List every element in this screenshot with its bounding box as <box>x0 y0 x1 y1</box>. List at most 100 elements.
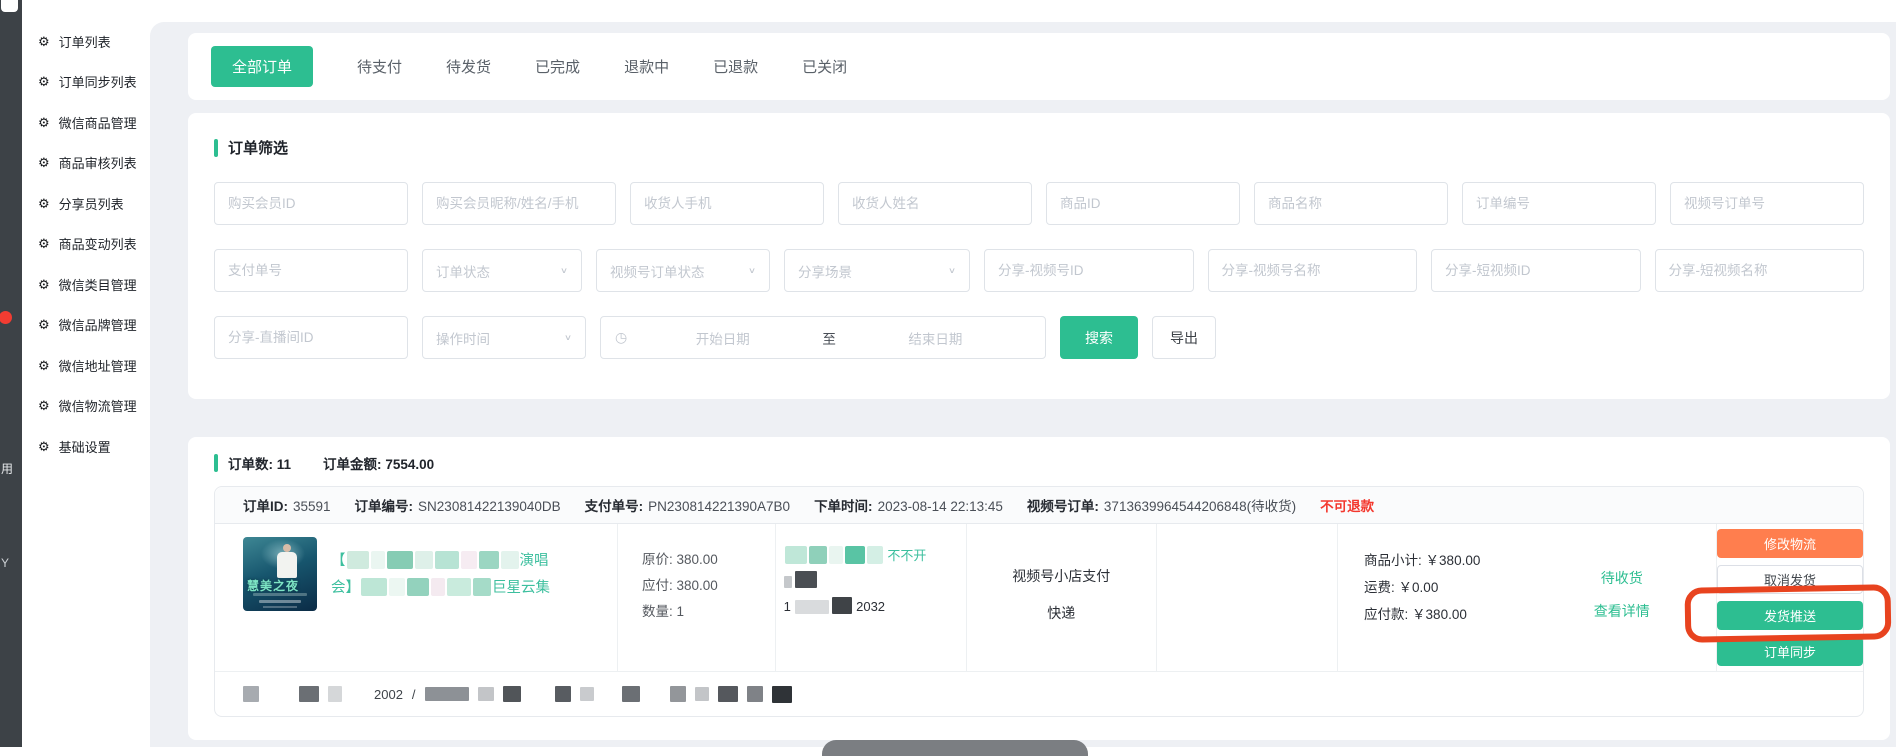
no-refund-badge: 不可退款 <box>1320 495 1374 515</box>
sidebar-item-wechat-product[interactable]: ⚙ 微信商品管理 <box>22 102 150 143</box>
collapsed-left-rail: 用 Y <box>0 0 22 747</box>
buyer-phone-fragment: 2032 <box>856 599 885 614</box>
tab-all-orders[interactable]: 全部订单 <box>211 46 313 87</box>
main-content: 全部订单 待支付 待发货 已完成 退款中 已退款 已关闭 订单筛选 订单状态 ∨ <box>150 22 1896 747</box>
order-count-value: 11 <box>277 457 291 472</box>
gear-icon: ⚙ <box>38 318 50 331</box>
sidebar-item-wechat-category[interactable]: ⚙ 微信类目管理 <box>22 264 150 305</box>
gear-icon: ⚙ <box>38 440 50 453</box>
chevron-down-icon: ∨ <box>748 266 756 275</box>
payment-no-value: PN230814221390A7B0 <box>648 499 790 514</box>
sidebar-item-product-audit[interactable]: ⚙ 商品审核列表 <box>22 143 150 184</box>
end-date-placeholder[interactable]: 结束日期 <box>840 328 1031 348</box>
share-scene-select[interactable]: 分享场景 ∨ <box>784 249 970 292</box>
sidebar-item-wechat-logistics[interactable]: ⚙ 微信物流管理 <box>22 386 150 427</box>
channels-order-value: 3713639964544206848(待收货) <box>1104 499 1296 514</box>
product-name-input[interactable] <box>1254 182 1448 225</box>
operate-time-select[interactable]: 操作时间 ∨ <box>422 316 586 359</box>
payment-no-input[interactable] <box>214 249 408 292</box>
order-filter-panel: 订单筛选 订单状态 ∨ 视频号订单状态 ∨ 分享场景 ∨ <box>188 113 1890 399</box>
tab-refunding[interactable]: 退款中 <box>624 56 669 77</box>
sidebar-item-product-change[interactable]: ⚙ 商品变动列表 <box>22 224 150 265</box>
tab-pending-shipment[interactable]: 待发货 <box>446 56 491 77</box>
order-sync-button[interactable]: 订单同步 <box>1717 637 1863 666</box>
product-id-input[interactable] <box>1046 182 1240 225</box>
sidebar-item-order-sync-list[interactable]: ⚙ 订单同步列表 <box>22 62 150 103</box>
search-button[interactable]: 搜索 <box>1060 316 1138 359</box>
sidebar-item-order-list[interactable]: ⚙ 订单列表 <box>22 21 150 62</box>
order-id-value: 35591 <box>293 499 331 514</box>
buyer-nickname-fragment: 不不开 <box>887 548 926 563</box>
date-range-separator: 至 <box>818 328 840 348</box>
start-date-placeholder[interactable]: 开始日期 <box>627 328 818 348</box>
buyer-nickname-input[interactable] <box>422 182 616 225</box>
filter-row-3: 操作时间 ∨ ◷ 开始日期 至 结束日期 搜索 导出 <box>214 316 1864 359</box>
share-channel-id-input[interactable] <box>984 249 1194 292</box>
product-thumbnail[interactable]: 慧美之夜 <box>243 537 317 611</box>
receiver-phone-input[interactable] <box>630 182 824 225</box>
order-status-tabs: 全部订单 待支付 待发货 已完成 退款中 已退款 已关闭 <box>188 33 1890 100</box>
bottom-overlay-shape <box>822 740 1088 756</box>
order-status-badge: 待收货 <box>1528 562 1716 595</box>
order-no-value: SN23081422139040DB <box>418 499 561 514</box>
date-range-picker[interactable]: ◷ 开始日期 至 结束日期 <box>600 316 1046 359</box>
tab-refunded[interactable]: 已退款 <box>713 56 758 77</box>
gear-icon: ⚙ <box>38 156 50 169</box>
modify-logistics-button[interactable]: 修改物流 <box>1717 529 1863 558</box>
original-price: 380.00 <box>676 552 717 567</box>
sidebar: ⚙ 订单列表 ⚙ 订单同步列表 ⚙ 微信商品管理 ⚙ 商品审核列表 ⚙ 分享员列… <box>22 0 150 747</box>
order-status-select[interactable]: 订单状态 ∨ <box>422 249 582 292</box>
filter-row-1 <box>214 182 1864 225</box>
share-channel-name-input[interactable] <box>1208 249 1418 292</box>
quantity: 1 <box>676 604 684 619</box>
poster-title: 慧美之夜 <box>247 577 299 594</box>
filter-section-title: 订单筛选 <box>214 137 1864 158</box>
sidebar-item-sharer-list[interactable]: ⚙ 分享员列表 <box>22 183 150 224</box>
tab-pending-payment[interactable]: 待支付 <box>357 56 402 77</box>
order-footer-redacted: 2002 / <box>215 671 1863 716</box>
sidebar-item-basic-settings[interactable]: ⚙ 基础设置 <box>22 426 150 467</box>
chevron-down-icon: ∨ <box>564 333 572 342</box>
cancel-shipment-button[interactable]: 取消发货 <box>1717 565 1863 594</box>
rail-partial-glyph: Y <box>1 556 9 570</box>
share-video-id-input[interactable] <box>1431 249 1641 292</box>
order-no-input[interactable] <box>1462 182 1656 225</box>
status-cell: 待收货 查看详情 <box>1528 524 1717 671</box>
share-video-name-input[interactable] <box>1655 249 1865 292</box>
order-row: 慧美之夜 【演唱 会】巨星云集 原价: <box>215 524 1863 671</box>
order-count-label: 订单数: <box>228 457 273 472</box>
summary-accent-bar <box>214 454 218 472</box>
gear-icon: ⚙ <box>38 359 50 372</box>
rail-app-icon <box>1 0 18 12</box>
channels-order-no-input[interactable] <box>1670 182 1864 225</box>
receiver-name-input[interactable] <box>838 182 1032 225</box>
view-details-link[interactable]: 查看详情 <box>1528 595 1716 628</box>
order-list-panel: 订单数: 11 订单金额: 7554.00 订单ID:35591 订单编号:SN… <box>188 437 1890 740</box>
chevron-down-icon: ∨ <box>948 266 956 275</box>
subtotal-value: ￥380.00 <box>1426 553 1481 568</box>
delivery-method: 快递 <box>967 595 1155 632</box>
buyer-phone-fragment-prefix: 1 <box>784 599 791 614</box>
export-button[interactable]: 导出 <box>1152 316 1216 359</box>
gear-icon: ⚙ <box>38 75 50 88</box>
buyer-member-id-input[interactable] <box>214 182 408 225</box>
channels-order-status-select[interactable]: 视频号订单状态 ∨ <box>596 249 770 292</box>
sidebar-item-wechat-brand[interactable]: ⚙ 微信品牌管理 <box>22 305 150 346</box>
payment-method: 视频号小店支付 <box>967 558 1155 595</box>
clock-icon: ◷ <box>615 329 627 346</box>
gear-icon: ⚙ <box>38 35 50 48</box>
gear-icon: ⚙ <box>38 278 50 291</box>
order-summary: 订单数: 11 订单金额: 7554.00 <box>214 453 1864 473</box>
amounts-cell: 商品小计: ￥380.00 运费: ￥0.00 应付款: ￥380.00 <box>1338 524 1528 671</box>
empty-cell <box>1157 524 1338 671</box>
gear-icon: ⚙ <box>38 237 50 250</box>
gear-icon: ⚙ <box>38 197 50 210</box>
gear-icon: ⚙ <box>38 399 50 412</box>
tab-completed[interactable]: 已完成 <box>535 56 580 77</box>
sidebar-item-wechat-address[interactable]: ⚙ 微信地址管理 <box>22 345 150 386</box>
filter-row-2: 订单状态 ∨ 视频号订单状态 ∨ 分享场景 ∨ <box>214 249 1864 292</box>
shipment-push-button[interactable]: 发货推送 <box>1717 601 1863 630</box>
share-liveroom-id-input[interactable] <box>214 316 408 359</box>
tab-closed[interactable]: 已关闭 <box>802 56 847 77</box>
rail-partial-glyph: 用 <box>1 460 13 477</box>
